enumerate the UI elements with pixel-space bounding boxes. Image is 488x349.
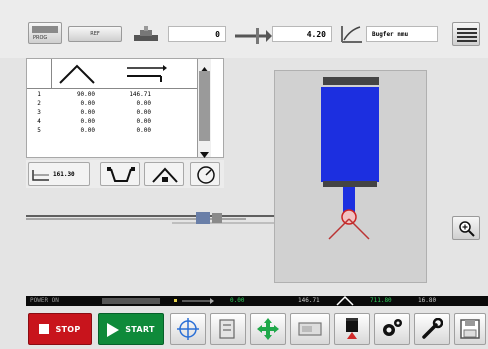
row-angle: 0.00 (80, 100, 95, 107)
table-empty-area (27, 137, 197, 157)
punch-button[interactable] (144, 162, 184, 186)
table-scrollbar[interactable] (197, 59, 211, 158)
power-status: POWER ON (30, 297, 59, 304)
count-field[interactable]: 0 (168, 26, 226, 42)
status-indicator (102, 298, 160, 304)
move-button[interactable] (250, 313, 286, 345)
gear-icon (380, 317, 404, 341)
ref-button[interactable]: REF (68, 26, 122, 42)
row-index: 3 (37, 109, 41, 116)
flat-sheet-icon (31, 167, 51, 183)
row-angle: 90.00 (76, 91, 95, 98)
crosshair-icon (177, 318, 199, 340)
row-index: 1 (37, 91, 41, 98)
row-angle: 0.00 (80, 127, 95, 134)
ref-label: REF (90, 31, 100, 37)
tool-change-icon (341, 317, 363, 341)
punch-tip-graphic (327, 207, 371, 243)
material-label: Bugfer nmu (372, 30, 409, 38)
row-index: 5 (37, 127, 41, 134)
table-row[interactable]: 2 0.00 0.00 (27, 100, 197, 109)
crosshair-button[interactable] (170, 313, 206, 345)
sheet-button[interactable] (290, 313, 330, 345)
row-length: 0.00 (136, 127, 151, 134)
scroll-down-icon[interactable] (199, 145, 210, 158)
save-disk-icon (460, 319, 480, 339)
row-index: 4 (37, 118, 41, 125)
sheet-icon (296, 319, 324, 339)
row-angle: 0.00 (80, 118, 95, 125)
die-icon (105, 165, 137, 185)
play-icon (107, 322, 120, 337)
flat-length-value: 161.30 (53, 171, 75, 178)
scroll-thumb[interactable] (199, 71, 210, 141)
row-length: 0.00 (136, 100, 151, 107)
wrench-icon (421, 317, 444, 340)
stop-label: STOP (55, 324, 81, 334)
settings-button[interactable] (374, 313, 410, 345)
bend-table: 1 90.00 146.71 2 0.00 0.00 3 0.00 0.00 4… (26, 58, 224, 158)
die-button[interactable] (100, 162, 140, 186)
document-icon (218, 318, 238, 340)
move-arrows-icon (256, 317, 280, 341)
punch-icon (149, 165, 181, 185)
gauge-icon (195, 165, 217, 185)
table-row[interactable]: 3 0.00 0.00 (27, 109, 197, 118)
save-button[interactable] (454, 313, 486, 345)
mode-button[interactable]: PROG (28, 22, 62, 44)
angle-column-icon (57, 62, 97, 86)
mode-indicator-bar (32, 26, 58, 33)
ram-beam (321, 87, 379, 182)
table-row[interactable]: 1 90.00 146.71 (27, 91, 197, 100)
count-icon (128, 24, 164, 44)
tool-change-button[interactable] (334, 313, 370, 345)
start-button[interactable]: START (98, 313, 164, 345)
press-preview (274, 70, 427, 283)
row-angle: 0.00 (80, 109, 95, 116)
table-row[interactable]: 5 0.00 0.00 (27, 127, 197, 136)
zoom-button[interactable] (452, 216, 480, 240)
zoom-in-icon (458, 220, 476, 238)
status-mark-icon (174, 296, 214, 306)
length-value: 4.20 (306, 29, 326, 39)
row-length: 146.71 (129, 91, 151, 98)
start-label: START (125, 324, 155, 334)
length-icon (232, 24, 272, 44)
row-index: 2 (37, 100, 41, 107)
document-button[interactable] (210, 313, 246, 345)
table-row[interactable]: 4 0.00 0.00 (27, 118, 197, 127)
status-value-4: 16.80 (418, 297, 437, 304)
status-value-1: 0.00 (230, 297, 245, 304)
top-toolbar: PROG REF 0 4.20 Bugfer nmu (0, 0, 488, 58)
scroll-up-icon[interactable] (199, 60, 210, 73)
table-header (27, 59, 197, 89)
status-value-2: 146.71 (298, 297, 320, 304)
status-bar: POWER ON 0.00 146.71 711.80 16.80 (26, 295, 488, 306)
length-field[interactable]: 4.20 (272, 26, 332, 42)
ram-top-bar (323, 77, 379, 85)
status-value-3: 711.80 (370, 297, 392, 304)
count-value: 0 (215, 29, 220, 39)
row-length: 0.00 (136, 109, 151, 116)
menu-button[interactable] (452, 22, 480, 46)
status-bend-icon (336, 295, 354, 306)
material-field[interactable]: Bugfer nmu (366, 26, 438, 42)
row-length: 0.00 (136, 118, 151, 125)
angle-curve-icon (340, 24, 364, 44)
header-divider (51, 59, 52, 89)
wrench-button[interactable] (414, 313, 450, 345)
gauge-button[interactable] (190, 162, 220, 186)
menu-icon (457, 27, 477, 43)
tool-row: 161.30 (26, 160, 224, 188)
stop-square-icon (39, 324, 50, 334)
flat-length-box[interactable]: 161.30 (28, 162, 90, 186)
length-column-icon (123, 64, 167, 84)
mode-label: PROG (33, 35, 48, 41)
stop-button[interactable]: STOP (28, 313, 92, 345)
